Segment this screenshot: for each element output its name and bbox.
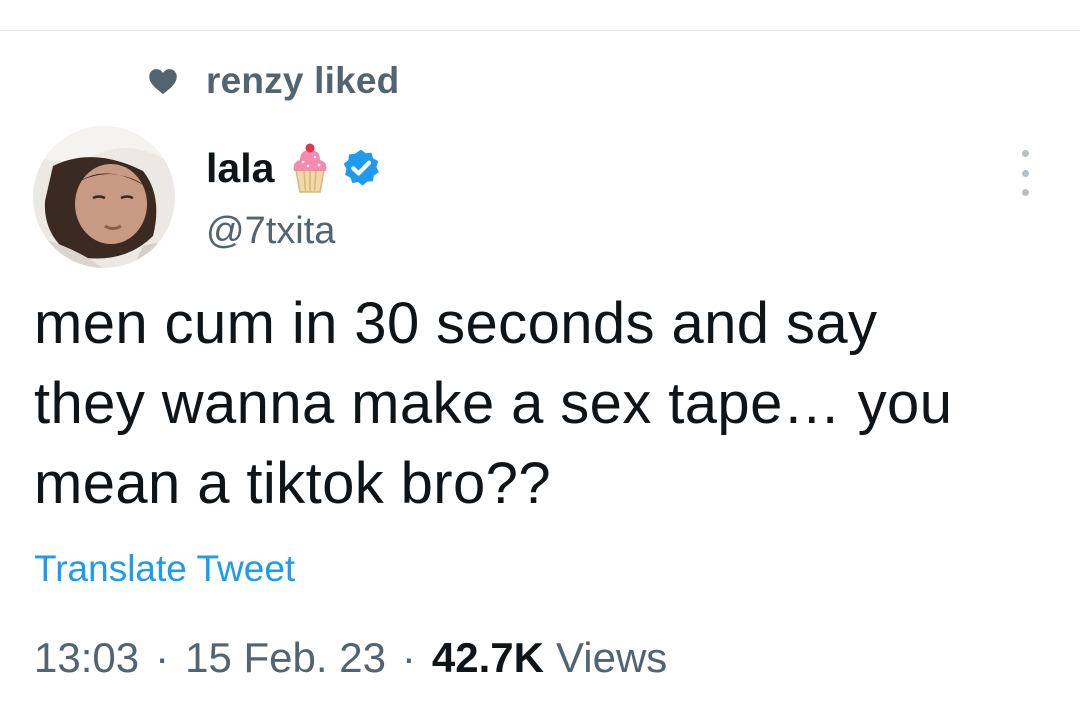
views-label[interactable]: Views <box>556 634 667 682</box>
liked-by-text: renzy liked <box>206 60 400 101</box>
avatar[interactable] <box>33 126 175 268</box>
separator: · <box>401 634 416 681</box>
social-context[interactable]: renzy liked <box>146 58 399 104</box>
heart-icon <box>146 66 180 96</box>
author-handle[interactable]: @7txita <box>206 210 335 253</box>
separator: · <box>155 634 170 681</box>
more-dot-icon <box>1021 169 1029 177</box>
translate-tweet-link[interactable]: Translate Tweet <box>34 548 295 590</box>
more-dot-icon <box>1021 189 1029 196</box>
more-options-button[interactable] <box>1010 150 1040 196</box>
tweet-time[interactable]: 13:03 <box>34 634 139 682</box>
tweet-date[interactable]: 15 Feb. 23 <box>185 634 386 682</box>
tweet-metadata: 13:03 · 15 Feb. 23 · 42.7K Views <box>34 634 667 682</box>
views-count[interactable]: 42.7K <box>432 634 544 682</box>
tweet-text: men cum in 30 seconds and say they wanna… <box>34 291 953 516</box>
top-divider <box>0 30 1080 31</box>
cupcake-emoji-icon <box>290 142 330 194</box>
more-dot-icon <box>1021 150 1029 157</box>
verified-badge-icon <box>340 147 382 189</box>
author-name-row[interactable]: lala <box>206 136 382 200</box>
tweet-detail-view: renzy liked lala @7txita men cum in 30 s… <box>0 0 1080 706</box>
author-display-name[interactable]: lala <box>206 145 274 192</box>
